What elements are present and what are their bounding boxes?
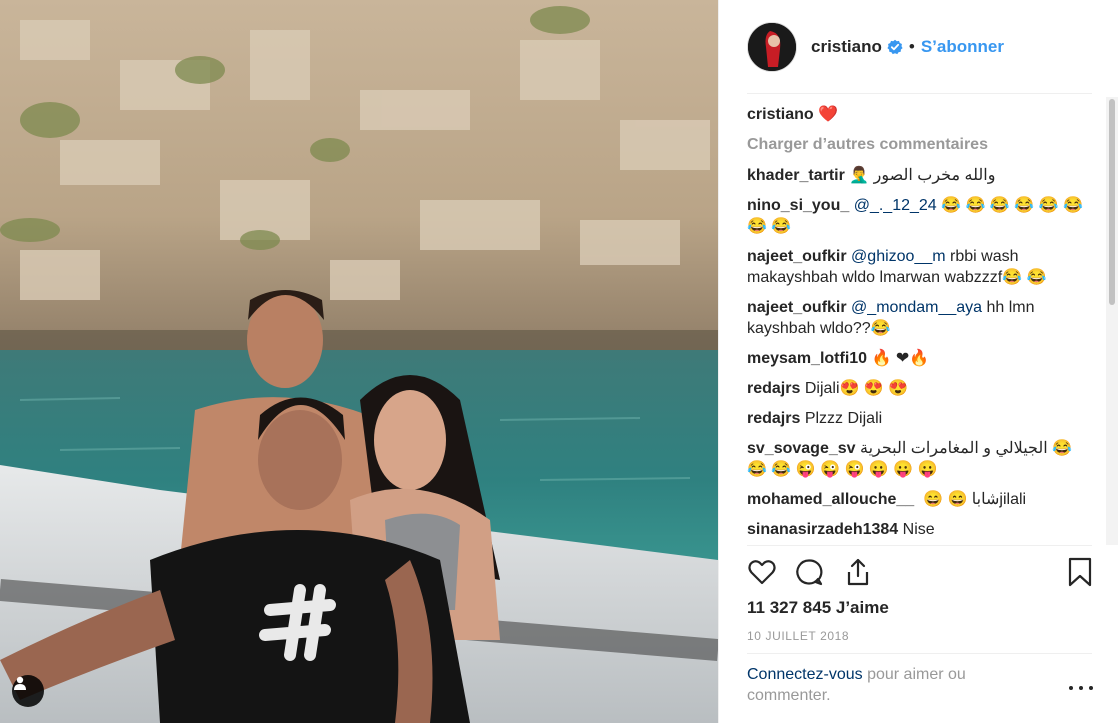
comment-item: khader_tartir والله مخرب الصور 🤦‍♂️ [747, 165, 1087, 186]
photo-scene [0, 0, 718, 723]
action-bar [747, 557, 1093, 591]
avatar-image [748, 22, 796, 71]
comment-container: khader_tartir والله مخرب الصور 🤦‍♂️ nino_… [747, 165, 1087, 540]
comment-text: 🔥 ❤🔥 [871, 350, 930, 367]
comment-text: jilali [999, 491, 1027, 508]
comment-item: redajrs Dijali😍 😍 😍 [747, 378, 1087, 399]
comment-item: najeet_oufkir @_mondam__aya hh lmn kaysh… [747, 297, 1087, 339]
comment-username[interactable]: redajrs [747, 380, 800, 397]
author-username[interactable]: cristiano [811, 37, 882, 57]
like-count[interactable]: 11 327 845 J’aime [747, 598, 889, 618]
caption-username[interactable]: cristiano [747, 106, 814, 123]
heart-icon[interactable] [747, 557, 777, 592]
actions-divider [747, 545, 1092, 546]
caption-text: ❤️ [818, 106, 839, 123]
comment-bubble-icon[interactable] [794, 557, 824, 592]
bookmark-icon[interactable] [1067, 557, 1093, 592]
post-sidebar: cristiano • S’abonner cristiano ❤️ Charg… [718, 0, 1120, 723]
comments-list[interactable]: cristiano ❤️ Charger d’autres commentair… [747, 104, 1087, 544]
comment-item: najeet_oufkir @ghizoo__m rbbi wash makay… [747, 246, 1087, 288]
verified-badge-icon [887, 39, 903, 55]
login-prompt: Connectez-vous pour aimer ou commenter. [747, 664, 1037, 706]
comment-mention-link[interactable]: @ghizoo__m [851, 248, 946, 265]
header-separator: • [908, 36, 915, 56]
comment-text: الجيلالي و المغامرات البحرية [859, 440, 1048, 457]
comment-username[interactable]: mohamed_allouche__ [747, 491, 914, 508]
comment-username[interactable]: najeet_oufkir [747, 299, 847, 316]
post-header: cristiano • S’abonner [719, 0, 1120, 93]
comments-scrollbar[interactable] [1106, 97, 1118, 545]
comment-username[interactable]: khader_tartir [747, 167, 845, 184]
user-tag-icon [14, 676, 26, 690]
follow-button[interactable]: S’abonner [921, 37, 1004, 57]
comment-mention-link[interactable]: @_mondam__aya [851, 299, 982, 316]
comment-username[interactable]: sv_sovage_sv [747, 440, 856, 457]
comment-item: redajrs Plzzz Dijali [747, 408, 1087, 429]
comment-item: sinanasirzadeh1384 Nise [747, 519, 1087, 540]
comment-username[interactable]: redajrs [747, 410, 800, 427]
comment-item: nino_si_you_ @_._12_24 😂 😂 😂 😂 😂 😂 😂 😂 [747, 195, 1087, 237]
comment-username[interactable]: sinanasirzadeh1384 [747, 521, 898, 538]
comment-text: والله مخرب الصور 🤦‍♂️ [849, 167, 996, 184]
comment-item: meysam_lotfi10 🔥 ❤🔥 [747, 348, 1087, 369]
avatar[interactable] [747, 21, 797, 72]
comment-text: شابا 😄 😄 [918, 491, 1000, 508]
user-tag-button[interactable] [12, 675, 44, 707]
comment-username[interactable]: meysam_lotfi10 [747, 350, 867, 367]
header-divider [747, 93, 1092, 94]
comment-text: Dijali😍 😍 😍 [804, 380, 909, 397]
comment-item: sv_sovage_sv الجيلالي و المغامرات البحري… [747, 438, 1087, 480]
comment-username[interactable]: najeet_oufkir [747, 248, 847, 265]
comment-text: Nise [902, 521, 935, 538]
post-photo[interactable] [0, 0, 718, 723]
comment-text: Plzzz Dijali [804, 410, 883, 427]
scrollbar-thumb[interactable] [1109, 99, 1115, 305]
comment-item: mohamed_allouche__ شابا 😄 😄 jilali [747, 489, 1087, 510]
footer-divider [747, 653, 1092, 654]
more-options-icon[interactable] [1069, 678, 1093, 698]
post-caption: cristiano ❤️ [747, 104, 1087, 125]
load-more-comments-button[interactable]: Charger d’autres commentaires [747, 134, 1087, 155]
share-icon[interactable] [843, 557, 873, 592]
comment-username[interactable]: nino_si_you_ [747, 197, 849, 214]
login-link[interactable]: Connectez-vous [747, 666, 863, 683]
comment-mention-link[interactable]: @_._12_24 [854, 197, 937, 214]
post-date: 10 JUILLET 2018 [747, 629, 850, 643]
